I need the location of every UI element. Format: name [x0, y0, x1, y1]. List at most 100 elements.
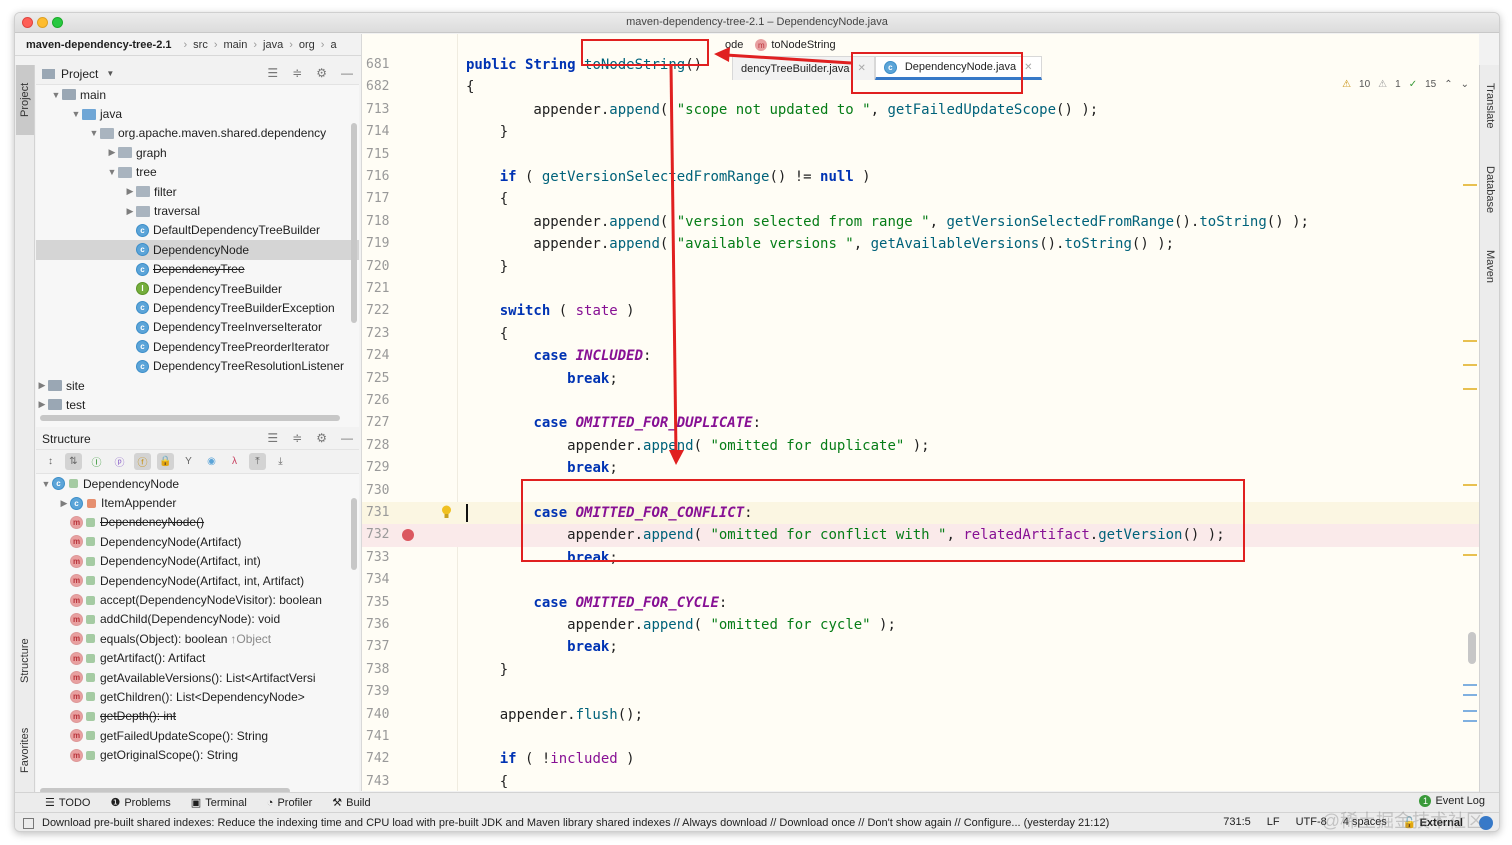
tool-terminal[interactable]: ▣ Terminal	[191, 796, 247, 810]
line-number[interactable]: 723	[366, 323, 402, 345]
chevron-down-icon[interactable]: ▼	[88, 128, 100, 138]
structure-item[interactable]: m DependencyNode(Artifact, int, Artifact)	[36, 571, 359, 590]
settings-gear-icon[interactable]: ⚙	[316, 66, 327, 80]
tool-tab-database[interactable]: Database	[1481, 155, 1499, 225]
line-number[interactable]: 726	[366, 390, 402, 412]
code-line[interactable]: 728 appender.append( "omitted for duplic…	[362, 435, 1479, 457]
line-number[interactable]: 734	[366, 569, 402, 591]
event-log-button[interactable]: 1 Event Log	[1419, 795, 1485, 807]
expand-all-icon[interactable]: ☰	[267, 431, 278, 445]
line-number[interactable]: 739	[366, 681, 402, 703]
line-number[interactable]: 731	[366, 502, 402, 524]
code-line[interactable]: 721	[362, 278, 1479, 300]
line-number[interactable]: 717	[366, 188, 402, 210]
code-line[interactable]: 735 case OMITTED_FOR_CYCLE:	[362, 592, 1479, 614]
code-line[interactable]: 718 appender.append( "version selected f…	[362, 211, 1479, 233]
line-number[interactable]: 728	[366, 435, 402, 457]
show-fields-icon[interactable]: ⓕ	[134, 453, 151, 470]
structure-item[interactable]: ▶ c ItemAppender	[36, 493, 359, 512]
line-number[interactable]: 740	[366, 704, 402, 726]
code-line[interactable]: 717 {	[362, 188, 1479, 210]
line-number[interactable]: 735	[366, 592, 402, 614]
breadcrumb-class[interactable]: ode	[725, 39, 743, 51]
line-number[interactable]: 737	[366, 636, 402, 658]
tool-profiler[interactable]: ◔ Profiler	[267, 797, 313, 809]
code-line[interactable]: 719 appender.append( "available versions…	[362, 233, 1479, 255]
error-stripe-marker[interactable]	[1463, 554, 1477, 556]
code-line[interactable]: 738 }	[362, 659, 1479, 681]
close-icon[interactable]: ✕	[1024, 62, 1032, 73]
line-number[interactable]: 719	[366, 233, 402, 255]
project-h-scrollbar[interactable]	[40, 415, 340, 421]
line-separator[interactable]: LF	[1267, 816, 1280, 830]
chevron-down-icon[interactable]: ▼	[50, 90, 62, 100]
nav-crumb-org[interactable]: org	[299, 39, 315, 51]
autoscroll-to-source-icon[interactable]: ⤒	[249, 453, 266, 470]
structure-item[interactable]: m DependencyNode()	[36, 513, 359, 532]
project-tree-item[interactable]: c DependencyTreeInverseIterator	[36, 318, 359, 337]
line-number[interactable]: 733	[366, 547, 402, 569]
chevron-right-icon[interactable]: ▶	[36, 399, 48, 410]
show-non-public-icon[interactable]: 🔒	[157, 453, 174, 470]
project-tree-item[interactable]: c DependencyTreeResolutionListener	[36, 356, 359, 375]
structure-item[interactable]: m getDepth(): int	[36, 707, 359, 726]
structure-item[interactable]: m DependencyNode(Artifact)	[36, 532, 359, 551]
project-scrollbar[interactable]	[351, 123, 357, 323]
code-line[interactable]: 713 appender.append( "scope not updated …	[362, 99, 1479, 121]
structure-item[interactable]: m getFailedUpdateScope(): String	[36, 726, 359, 745]
error-stripe-marker[interactable]	[1463, 694, 1477, 696]
tool-todo[interactable]: ☰ TODO	[45, 796, 90, 810]
chevron-right-icon[interactable]: ▶	[124, 186, 136, 197]
code-line[interactable]: 723 {	[362, 323, 1479, 345]
nav-crumb-main[interactable]: main	[224, 39, 248, 51]
breakpoint-icon[interactable]	[402, 529, 414, 542]
tool-build[interactable]: ⚒ Build	[332, 796, 370, 810]
structure-item[interactable]: m getArtifact(): Artifact	[36, 649, 359, 668]
hide-panel-icon[interactable]: —	[341, 66, 353, 80]
error-stripe-marker[interactable]	[1463, 710, 1477, 712]
project-tree-item[interactable]: c DependencyTree	[36, 260, 359, 279]
error-stripe-marker[interactable]	[1463, 684, 1477, 686]
line-number[interactable]: 716	[366, 166, 402, 188]
code-line[interactable]: 740 appender.flush();	[362, 704, 1479, 726]
structure-scrollbar[interactable]	[351, 498, 357, 570]
code-line[interactable]: 727 case OMITTED_FOR_DUPLICATE:	[362, 412, 1479, 434]
code-line[interactable]: 725 break;	[362, 368, 1479, 390]
chevron-right-icon[interactable]: ▶	[124, 206, 136, 217]
error-stripe-marker[interactable]	[1463, 364, 1477, 366]
line-number[interactable]: 725	[366, 368, 402, 390]
project-tree-item[interactable]: ▼ main	[36, 85, 359, 104]
error-stripe-marker[interactable]	[1463, 388, 1477, 390]
chevron-down-icon[interactable]: ▼	[40, 479, 52, 489]
breadcrumb-method[interactable]: toNodeString	[771, 39, 835, 51]
project-tree-item[interactable]: ▼ tree	[36, 163, 359, 182]
code-line[interactable]: 742 if ( !included )	[362, 748, 1479, 770]
project-tree-item[interactable]: c DependencyTreeBuilderException	[36, 298, 359, 317]
project-tree-item[interactable]: ▶ filter	[36, 182, 359, 201]
sort-by-type-icon[interactable]: ↕	[42, 453, 59, 470]
sort-alpha-icon[interactable]: ⇅	[65, 453, 82, 470]
structure-item[interactable]: m getOriginalScope(): String	[36, 745, 359, 764]
collapse-all-icon[interactable]: ≑	[292, 431, 302, 445]
expand-all-icon[interactable]: ☰	[267, 66, 278, 80]
code-line[interactable]: 720 }	[362, 256, 1479, 278]
structure-item[interactable]: m getChildren(): List<DependencyNode>	[36, 687, 359, 706]
tool-tab-favorites[interactable]: Favorites	[16, 710, 34, 790]
code-line[interactable]: 715	[362, 144, 1479, 166]
project-tree-item[interactable]: c DependencyTreePreorderIterator	[36, 337, 359, 356]
line-number[interactable]: 722	[366, 300, 402, 322]
line-number[interactable]: 715	[366, 144, 402, 166]
line-number[interactable]: 713	[366, 99, 402, 121]
structure-item[interactable]: m DependencyNode(Artifact, int)	[36, 552, 359, 571]
project-tree-item[interactable]: ▶ site	[36, 376, 359, 395]
chevron-down-icon[interactable]: ▼	[106, 167, 118, 177]
line-number[interactable]: 729	[366, 457, 402, 479]
project-panel-title[interactable]: Project	[61, 67, 98, 81]
structure-panel-title[interactable]: Structure	[42, 432, 91, 446]
caret-position[interactable]: 731:5	[1223, 816, 1251, 830]
chevron-up-icon[interactable]: ⌃	[1444, 79, 1452, 90]
project-tree-item[interactable]: ▼ java	[36, 104, 359, 123]
project-tree-item[interactable]: ▼ org.apache.maven.shared.dependency	[36, 124, 359, 143]
tool-tab-project[interactable]: Project	[16, 65, 34, 135]
error-stripe-marker[interactable]	[1463, 484, 1477, 486]
